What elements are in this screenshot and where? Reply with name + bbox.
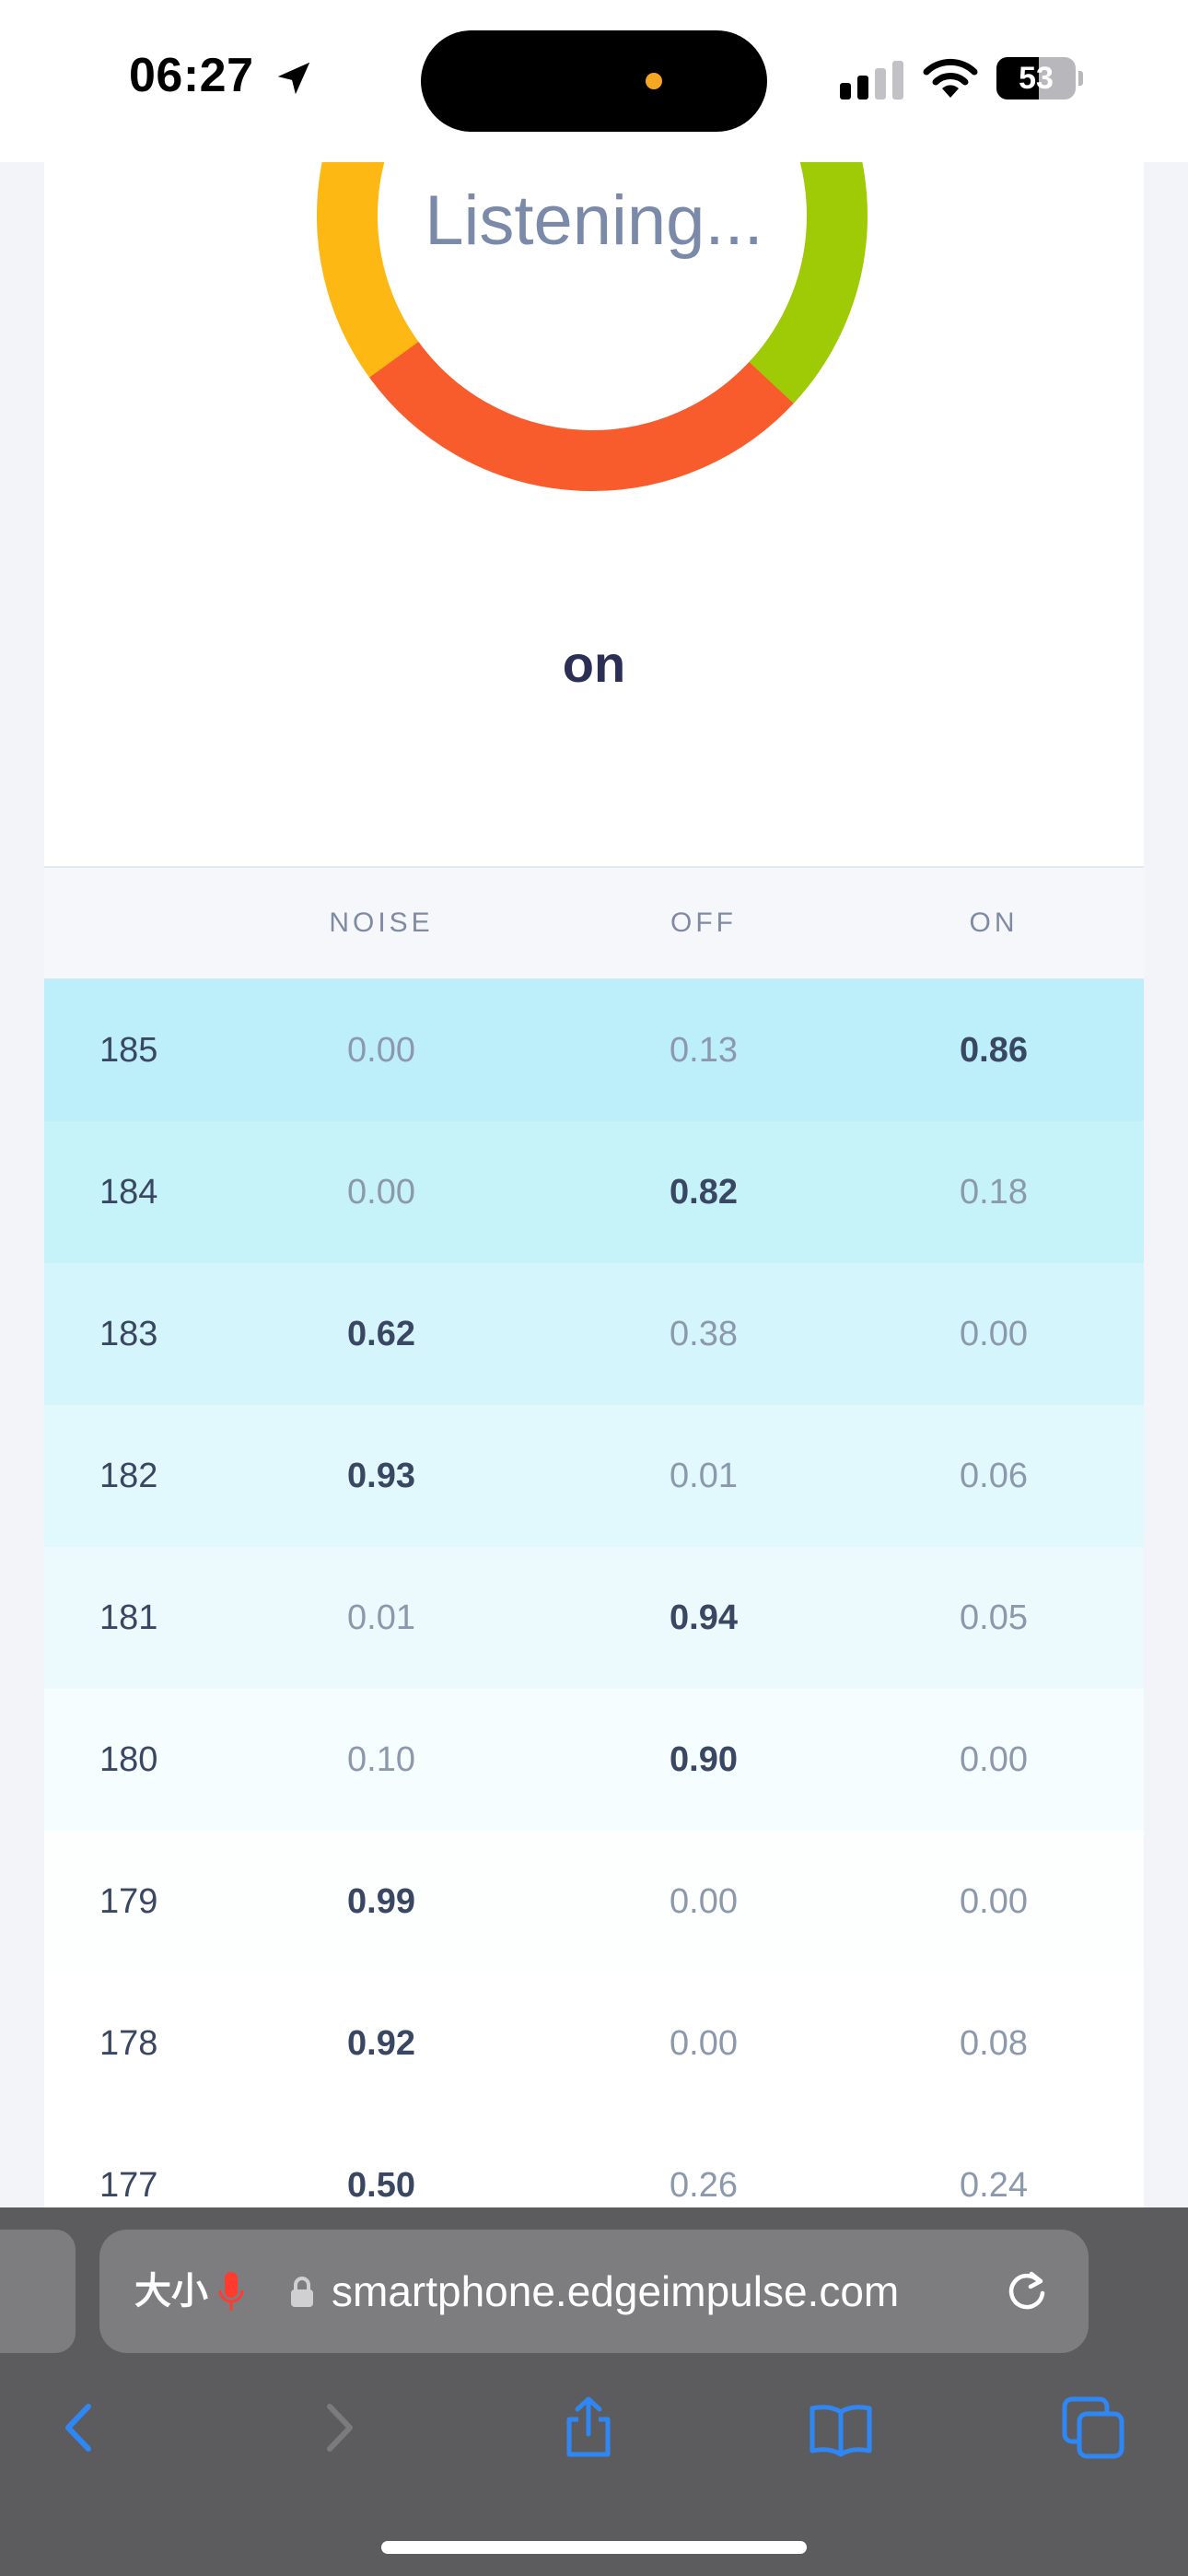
address-bar[interactable]: 大小 smartphone.edgeimpulse.com (99, 2230, 1089, 2353)
privacy-indicator-dot (646, 73, 662, 89)
cell-off: 0.13 (670, 1031, 738, 1070)
back-icon[interactable] (48, 2395, 112, 2460)
cell-noise: 0.00 (347, 1173, 415, 1212)
battery-icon: 53 (996, 57, 1083, 100)
previous-tab-edge[interactable] (0, 2230, 76, 2353)
cell-on: 0.18 (960, 1173, 1028, 1212)
table-row: 183 0.62 0.38 0.00 (44, 1263, 1144, 1405)
cell-on: 0.00 (960, 1315, 1028, 1353)
header-noise: NOISE (329, 907, 434, 938)
classification-card: Listening... on NOISE OFF ON 185 0.00 0.… (44, 162, 1144, 2256)
row-index: 182 (99, 1457, 158, 1495)
page-settings-button[interactable]: 大小 (134, 2230, 208, 2353)
cell-off: 0.94 (670, 1598, 738, 1637)
cell-off: 0.82 (670, 1173, 738, 1212)
cell-noise: 0.10 (347, 1740, 415, 1779)
gauge-arc-on (369, 341, 798, 491)
table-row: 184 0.00 0.82 0.18 (44, 1121, 1144, 1263)
cell-on: 0.08 (960, 2024, 1028, 2063)
table-row: 178 0.92 0.00 0.08 (44, 1973, 1144, 2114)
row-index: 183 (99, 1315, 158, 1353)
row-index: 178 (99, 2024, 158, 2063)
table-header: NOISE OFF ON (44, 866, 1144, 981)
status-bar: 06:27 53 (0, 0, 1188, 162)
table-row: 185 0.00 0.13 0.86 (44, 979, 1144, 1121)
cell-off: 0.38 (670, 1315, 738, 1353)
results-table-body: 185 0.00 0.13 0.86 184 0.00 0.82 0.18 18… (44, 979, 1144, 2256)
cellular-signal-icon (840, 61, 903, 100)
row-index: 185 (99, 1031, 158, 1070)
cell-on: 0.86 (960, 1031, 1028, 1070)
cell-on: 0.06 (960, 1457, 1028, 1495)
forward-icon[interactable] (306, 2395, 370, 2460)
table-row: 179 0.99 0.00 0.00 (44, 1831, 1144, 1973)
location-arrow-icon (277, 62, 310, 95)
listening-label: Listening... (425, 181, 763, 260)
row-index: 179 (99, 1882, 158, 1921)
home-indicator (381, 2541, 807, 2554)
cell-noise: 0.93 (347, 1457, 415, 1495)
table-row: 181 0.01 0.94 0.05 (44, 1547, 1144, 1689)
header-index (99, 868, 192, 978)
dynamic-island (421, 30, 767, 132)
bookmarks-icon[interactable] (809, 2395, 873, 2460)
status-time: 06:27 (129, 49, 254, 102)
wifi-icon (923, 58, 978, 98)
cell-noise: 0.01 (347, 1598, 415, 1637)
cell-noise: 0.92 (347, 2024, 415, 2063)
cell-noise: 0.62 (347, 1315, 415, 1353)
cell-noise: 0.00 (347, 1031, 415, 1070)
cell-noise: 0.99 (347, 1882, 415, 1921)
tabs-icon[interactable] (1061, 2395, 1125, 2460)
reload-icon[interactable] (1004, 2268, 1050, 2314)
microphone-icon (218, 2272, 244, 2311)
header-off: OFF (670, 907, 737, 938)
table-row: 182 0.93 0.01 0.06 (44, 1405, 1144, 1547)
row-index: 180 (99, 1740, 158, 1779)
table-row: 180 0.10 0.90 0.00 (44, 1689, 1144, 1831)
cell-off: 0.00 (670, 1882, 738, 1921)
browser-bottom-bar: 大小 smartphone.edgeimpulse.com (0, 2207, 1188, 2576)
cell-off: 0.90 (670, 1740, 738, 1779)
row-index: 184 (99, 1173, 158, 1212)
battery-body: 53 (996, 57, 1076, 100)
cell-on: 0.00 (960, 1740, 1028, 1779)
header-on: ON (969, 907, 1019, 938)
share-icon[interactable] (556, 2395, 621, 2460)
url-text[interactable]: smartphone.edgeimpulse.com (332, 2230, 899, 2353)
cell-on: 0.00 (960, 1882, 1028, 1921)
row-index: 181 (99, 1598, 158, 1637)
cell-off: 0.01 (670, 1457, 738, 1495)
battery-tip (1078, 71, 1083, 86)
lock-icon (291, 2277, 313, 2307)
battery-percent: 53 (1019, 61, 1054, 96)
cell-on: 0.05 (960, 1598, 1028, 1637)
prediction-label: on (562, 635, 626, 693)
cell-off: 0.00 (670, 2024, 738, 2063)
